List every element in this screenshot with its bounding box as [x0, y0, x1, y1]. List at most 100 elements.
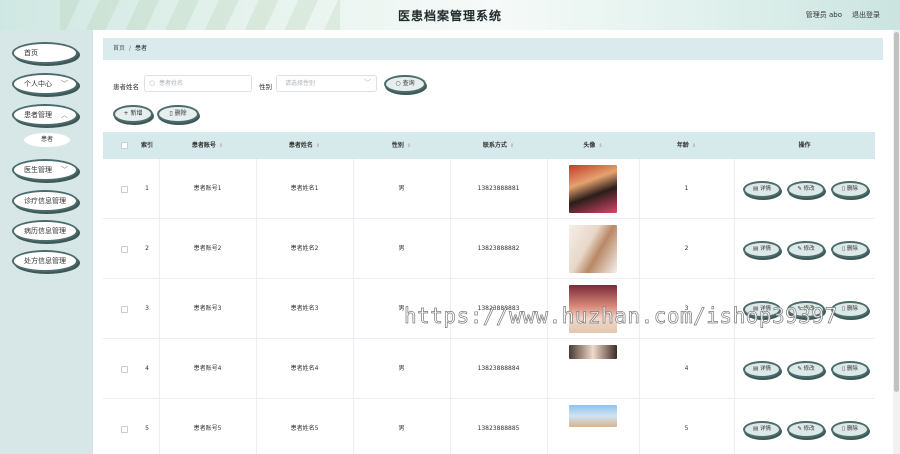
cell-index: 2 [145, 245, 149, 252]
breadcrumb-home[interactable]: 首页 [113, 45, 125, 52]
edit-button[interactable]: ✎ 修改 [787, 421, 825, 438]
cell-phone: 13823888883 [477, 305, 520, 312]
column-header-account[interactable]: 患者账号 ⇕ [159, 132, 256, 159]
document-icon: ▤ [753, 306, 760, 312]
chevron-down-icon: ﹀ [61, 80, 68, 88]
row-checkbox[interactable] [121, 306, 128, 313]
column-header-index[interactable]: 索引 [135, 132, 159, 159]
name-search-input[interactable]: ○ 患者姓名 [144, 75, 252, 92]
edit-button[interactable]: ✎ 修改 [787, 241, 825, 258]
chevron-down-icon: ﹀ [364, 79, 371, 87]
sidebar-item-label: 患者管理 [24, 111, 52, 119]
detail-button[interactable]: ▤ 详情 [743, 361, 781, 378]
sidebar-item-record-mgmt[interactable]: 病历信息管理 [12, 220, 78, 242]
sidebar-item-label: 首页 [24, 49, 38, 57]
edit-button[interactable]: ✎ 修改 [787, 301, 825, 318]
detail-button[interactable]: ▤ 详情 [743, 241, 781, 258]
sidebar-item-diagnosis-mgmt[interactable]: 诊疗信息管理 [12, 190, 78, 212]
sort-icon: ⇕ [315, 143, 321, 149]
cell-account: 患者账号1 [193, 185, 222, 192]
add-button[interactable]: + 新增 [113, 105, 153, 123]
row-checkbox[interactable] [121, 426, 128, 433]
cell-gender: 男 [398, 425, 405, 432]
table-row: 3 患者账号3 患者姓名3 男 13823888883 3 ▤ 详情 ✎ 修改 … [103, 279, 875, 339]
breadcrumb: 首页 / 患者 [103, 38, 883, 60]
cell-age: 2 [684, 245, 689, 252]
avatar [569, 285, 617, 333]
scrollbar-thumb[interactable] [894, 32, 899, 392]
name-search-placeholder: 患者姓名 [159, 80, 184, 87]
sidebar-item-doctor-mgmt[interactable]: 医生管理 ﹀ [12, 159, 78, 181]
cell-age: 5 [684, 425, 689, 432]
cell-name: 患者姓名1 [290, 185, 319, 192]
cell-account: 患者账号3 [193, 305, 222, 312]
detail-button[interactable]: ▤ 详情 [743, 301, 781, 318]
select-all-checkbox[interactable] [121, 142, 128, 149]
cell-index: 3 [145, 305, 149, 312]
sidebar-item-prescription-mgmt[interactable]: 处方信息管理 [12, 250, 78, 272]
delete-button[interactable]: ▯ 删除 [831, 181, 869, 198]
edit-button[interactable]: ✎ 修改 [787, 181, 825, 198]
column-header-actions: 操作 [798, 142, 811, 149]
delete-button[interactable]: ▯ 删除 [831, 421, 869, 438]
table-row: 5 患者账号5 患者姓名5 男 13823888885 5 ▤ 详情 ✎ 修改 … [103, 399, 875, 454]
document-icon: ▤ [753, 246, 760, 252]
sidebar-item-patient-mgmt[interactable]: 患者管理 ︿ [12, 104, 78, 126]
table-header: 索引 患者账号 ⇕ 患者姓名 ⇕ 性别 ⇕ 联系方式 ⇕ 头像 ⇕ 年龄 ⇕ 操作 [103, 132, 875, 159]
column-header-avatar[interactable]: 头像 ⇕ [547, 132, 639, 159]
column-header-phone[interactable]: 联系方式 ⇕ [450, 132, 547, 159]
detail-button[interactable]: ▤ 详情 [743, 181, 781, 198]
cell-account: 患者账号2 [193, 245, 222, 252]
cell-age: 3 [684, 305, 689, 312]
avatar [569, 405, 617, 427]
query-button[interactable]: ○ 查询 [384, 75, 426, 93]
gender-select[interactable]: 请选择性别 ﹀ [276, 75, 377, 92]
delete-button[interactable]: ▯ 删除 [831, 301, 869, 318]
delete-button[interactable]: ▯ 删除 [831, 241, 869, 258]
sidebar-item-label: 诊疗信息管理 [24, 197, 66, 205]
sort-icon: ⇕ [598, 143, 603, 149]
search-icon: ○ [395, 80, 403, 87]
row-checkbox[interactable] [121, 366, 128, 373]
cell-gender: 男 [398, 245, 405, 252]
table-row: 4 患者账号4 患者姓名4 男 13823888884 4 ▤ 详情 ✎ 修改 … [103, 339, 875, 399]
detail-button[interactable]: ▤ 详情 [743, 421, 781, 438]
cell-phone: 13823888884 [477, 365, 520, 372]
cell-account: 患者账号4 [193, 365, 222, 372]
row-checkbox[interactable] [121, 246, 128, 253]
column-header-gender[interactable]: 性别 ⇕ [353, 132, 450, 159]
batch-delete-label: 删除 [174, 110, 187, 117]
sort-icon: ⇕ [218, 143, 224, 149]
sidebar: 首页 个人中心 ﹀ 患者管理 ︿ 患者 医生管理 ﹀ 诊疗信息管理 病历信息管理… [0, 30, 93, 454]
document-icon: ▤ [753, 186, 760, 192]
batch-delete-button[interactable]: ▯ 删除 [157, 105, 199, 123]
cell-index: 5 [145, 425, 149, 432]
gender-label: 性别 [259, 83, 272, 91]
delete-button[interactable]: ▯ 删除 [831, 361, 869, 378]
sidebar-subitem-patient[interactable]: 患者 [24, 133, 70, 147]
sidebar-item-home[interactable]: 首页 [12, 42, 78, 64]
sidebar-item-profile[interactable]: 个人中心 ﹀ [12, 73, 78, 95]
column-header-age[interactable]: 年龄 ⇕ [639, 132, 734, 159]
breadcrumb-separator: / [129, 45, 132, 52]
cell-age: 4 [684, 365, 689, 372]
sort-icon: ⇕ [509, 143, 515, 149]
gender-select-placeholder: 请选择性别 [285, 80, 316, 87]
sort-icon: ⇕ [406, 143, 412, 149]
cell-phone: 13823888885 [477, 425, 520, 432]
avatar [569, 345, 617, 359]
sidebar-item-label: 病历信息管理 [24, 227, 66, 235]
search-icon: ○ [149, 79, 156, 87]
column-header-name[interactable]: 患者姓名 ⇕ [256, 132, 353, 159]
edit-button[interactable]: ✎ 修改 [787, 361, 825, 378]
row-checkbox[interactable] [121, 186, 128, 193]
main-content: 首页 / 患者 患者姓名 ○ 患者姓名 性别 请选择性别 ﹀ ○ 查询 + 新增 ▯… [93, 30, 893, 454]
logout-link[interactable]: 退出登录 [852, 10, 880, 20]
page-scrollbar[interactable] [893, 30, 900, 454]
avatar [569, 165, 617, 213]
sort-icon: ⇕ [691, 143, 697, 149]
cell-gender: 男 [398, 365, 405, 372]
cell-name: 患者姓名4 [290, 365, 319, 372]
avatar [569, 225, 617, 273]
cell-gender: 男 [398, 305, 405, 312]
